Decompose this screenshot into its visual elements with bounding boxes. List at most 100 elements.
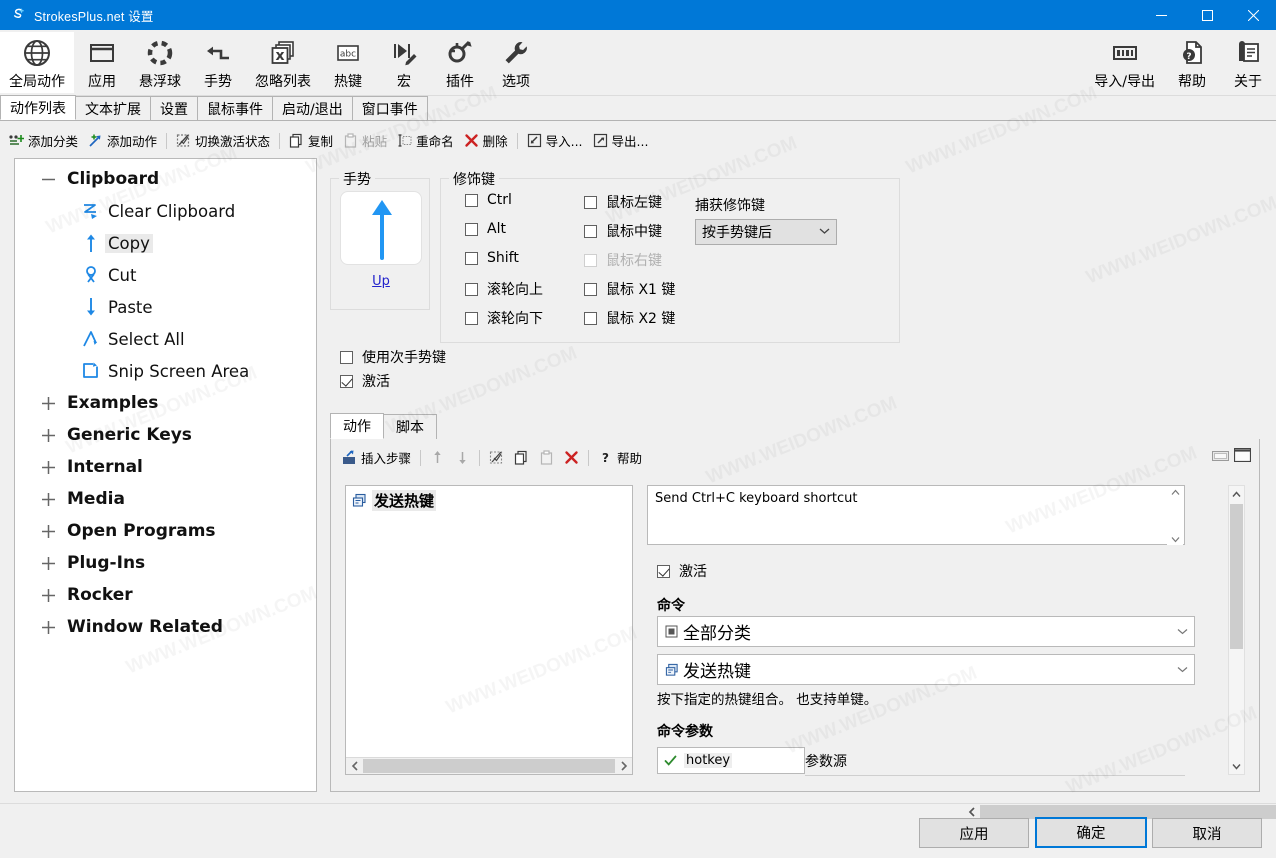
tree-group-open-programs[interactable]: Open Programs — [15, 515, 316, 547]
minimize-button[interactable] — [1138, 0, 1184, 30]
delete-button[interactable]: 删除 — [459, 129, 513, 152]
expand-plus-icon[interactable] — [37, 587, 59, 604]
gesture-preview[interactable] — [340, 191, 422, 265]
scroll-left-arrow-icon[interactable] — [346, 758, 363, 774]
tree-group-internal[interactable]: Internal — [15, 451, 316, 483]
delete-step-button[interactable] — [559, 448, 584, 467]
command-category-dropdown[interactable]: 全部分类 — [657, 616, 1195, 647]
tree-group-generic-keys[interactable]: Generic Keys — [15, 419, 316, 451]
copy-button[interactable]: 复制 — [284, 129, 338, 152]
tree-group-media[interactable]: Media — [15, 483, 316, 515]
ribbon-item-import-export[interactable]: 导入/导出 — [1085, 32, 1164, 93]
checkbox[interactable] — [584, 311, 597, 325]
ribbon-item-help[interactable]: ? 帮助 — [1164, 32, 1220, 93]
checkbox[interactable] — [584, 195, 597, 209]
expand-plus-icon[interactable] — [37, 459, 59, 476]
maximize-button[interactable] — [1184, 0, 1230, 30]
checkbox[interactable] — [465, 193, 478, 207]
restore-down-icon[interactable] — [1212, 448, 1229, 462]
ribbon-item-hotkeys[interactable]: abc 热键 — [320, 32, 376, 93]
modifier-shift[interactable]: Shift — [465, 250, 519, 266]
action-tree[interactable]: Clipboard Clear Clipboard Copy Cut Paste… — [14, 158, 317, 792]
option-secondary-gesture-key[interactable]: 使用次手势键 — [340, 347, 446, 367]
ribbon-item-gestures[interactable]: 手势 — [190, 32, 246, 93]
paste-step-button[interactable] — [534, 448, 559, 467]
scroll-up-arrow-icon[interactable] — [1229, 486, 1244, 502]
tree-group-plug-ins[interactable]: Plug-Ins — [15, 547, 316, 579]
insert-step-button[interactable]: 插入步骤 — [337, 446, 416, 469]
scroll-thumb[interactable] — [1230, 504, 1243, 649]
param-row[interactable]: hotkey — [657, 747, 805, 774]
step-list[interactable]: 发送热键 — [345, 485, 633, 775]
scroll-track[interactable] — [363, 758, 615, 774]
modifier-wheel-down[interactable]: 滚轮向下 — [465, 308, 543, 328]
modifier-alt[interactable]: Alt — [465, 221, 506, 237]
expand-plus-icon[interactable] — [37, 395, 59, 412]
subtab-action[interactable]: 动作 — [330, 413, 384, 439]
tree-group-examples[interactable]: Examples — [15, 387, 316, 419]
tree-group-window-related[interactable]: Window Related — [15, 611, 316, 643]
modifier-mouse-left[interactable]: 鼠标左键 — [584, 192, 662, 212]
expand-plus-icon[interactable] — [37, 491, 59, 508]
option-enabled[interactable]: 激活 — [340, 371, 390, 391]
detail-vscrollbar[interactable] — [1228, 485, 1245, 775]
checkbox[interactable] — [657, 564, 670, 578]
command-dropdown[interactable]: 发送热键 — [657, 654, 1195, 685]
modifier-ctrl[interactable]: Ctrl — [465, 192, 512, 208]
scroll-right-arrow-icon[interactable] — [615, 758, 632, 774]
checkbox[interactable] — [584, 282, 597, 296]
action-help-button[interactable]: ? 帮助 — [593, 446, 647, 469]
ribbon-item-apps[interactable]: 应用 — [74, 32, 130, 93]
checkbox[interactable] — [340, 374, 353, 388]
move-step-up-button[interactable] — [425, 448, 450, 467]
subtab-script[interactable]: 脚本 — [383, 414, 437, 439]
move-step-down-button[interactable] — [450, 448, 475, 467]
collapse-minus-icon[interactable] — [37, 171, 59, 188]
copy-step-button[interactable] — [509, 448, 534, 467]
rename-button[interactable]: 重命名 — [392, 129, 459, 152]
scroll-down-arrow-icon[interactable] — [1229, 758, 1244, 774]
toggle-enabled-button[interactable]: 切换激活状态 — [171, 129, 275, 152]
modifier-mouse-x1[interactable]: 鼠标 X1 键 — [584, 279, 675, 299]
tab-settings[interactable]: 设置 — [150, 96, 198, 120]
gesture-name-link[interactable]: Up — [331, 274, 431, 289]
import-button[interactable]: 导入... — [522, 129, 588, 152]
checkbox[interactable] — [465, 282, 478, 296]
ribbon-item-floating-ball[interactable]: 悬浮球 — [130, 32, 190, 93]
ribbon-item-plugins[interactable]: 插件 — [432, 32, 488, 93]
tree-item-snip-screen-area[interactable]: Snip Screen Area — [15, 355, 316, 387]
checkbox[interactable] — [465, 222, 478, 236]
tree-item-select-all[interactable]: Select All — [15, 323, 316, 355]
add-action-button[interactable]: 添加动作 — [83, 129, 162, 152]
checkbox[interactable] — [465, 251, 478, 265]
expand-plus-icon[interactable] — [37, 427, 59, 444]
ok-button[interactable]: 确定 — [1035, 817, 1147, 848]
step-enabled-checkbox-row[interactable]: 激活 — [657, 561, 707, 581]
tab-startup-exit[interactable]: 启动/退出 — [272, 96, 353, 120]
cancel-button[interactable]: 取消 — [1152, 818, 1262, 848]
tab-action-list[interactable]: 动作列表 — [0, 95, 76, 120]
scroll-thumb[interactable] — [363, 759, 615, 773]
tree-item-paste[interactable]: Paste — [15, 291, 316, 323]
ribbon-item-macros[interactable]: 宏 — [376, 32, 432, 93]
ribbon-item-options[interactable]: 选项 — [488, 32, 544, 93]
tree-item-copy[interactable]: Copy — [15, 227, 316, 259]
checkbox[interactable] — [465, 311, 478, 325]
tree-item-cut[interactable]: Cut — [15, 259, 316, 291]
apply-button[interactable]: 应用 — [919, 818, 1029, 848]
expand-plus-icon[interactable] — [37, 523, 59, 540]
tab-window-events[interactable]: 窗口事件 — [351, 96, 428, 120]
ribbon-item-ignore-list[interactable]: x 忽略列表 — [246, 32, 320, 93]
export-button[interactable]: 导出... — [588, 129, 654, 152]
checkbox[interactable] — [584, 224, 597, 238]
modifier-mouse-x2[interactable]: 鼠标 X2 键 — [584, 308, 675, 328]
step-list-hscrollbar[interactable] — [346, 757, 632, 774]
expand-plus-icon[interactable] — [37, 619, 59, 636]
expand-plus-icon[interactable] — [37, 555, 59, 572]
checkbox[interactable] — [340, 350, 353, 364]
add-category-button[interactable]: 添加分类 — [4, 129, 83, 152]
modifier-wheel-up[interactable]: 滚轮向上 — [465, 279, 543, 299]
close-button[interactable] — [1230, 0, 1276, 30]
tree-item-clear-clipboard[interactable]: Clear Clipboard — [15, 195, 316, 227]
description-textarea[interactable]: Send Ctrl+C keyboard shortcut — [647, 485, 1185, 545]
